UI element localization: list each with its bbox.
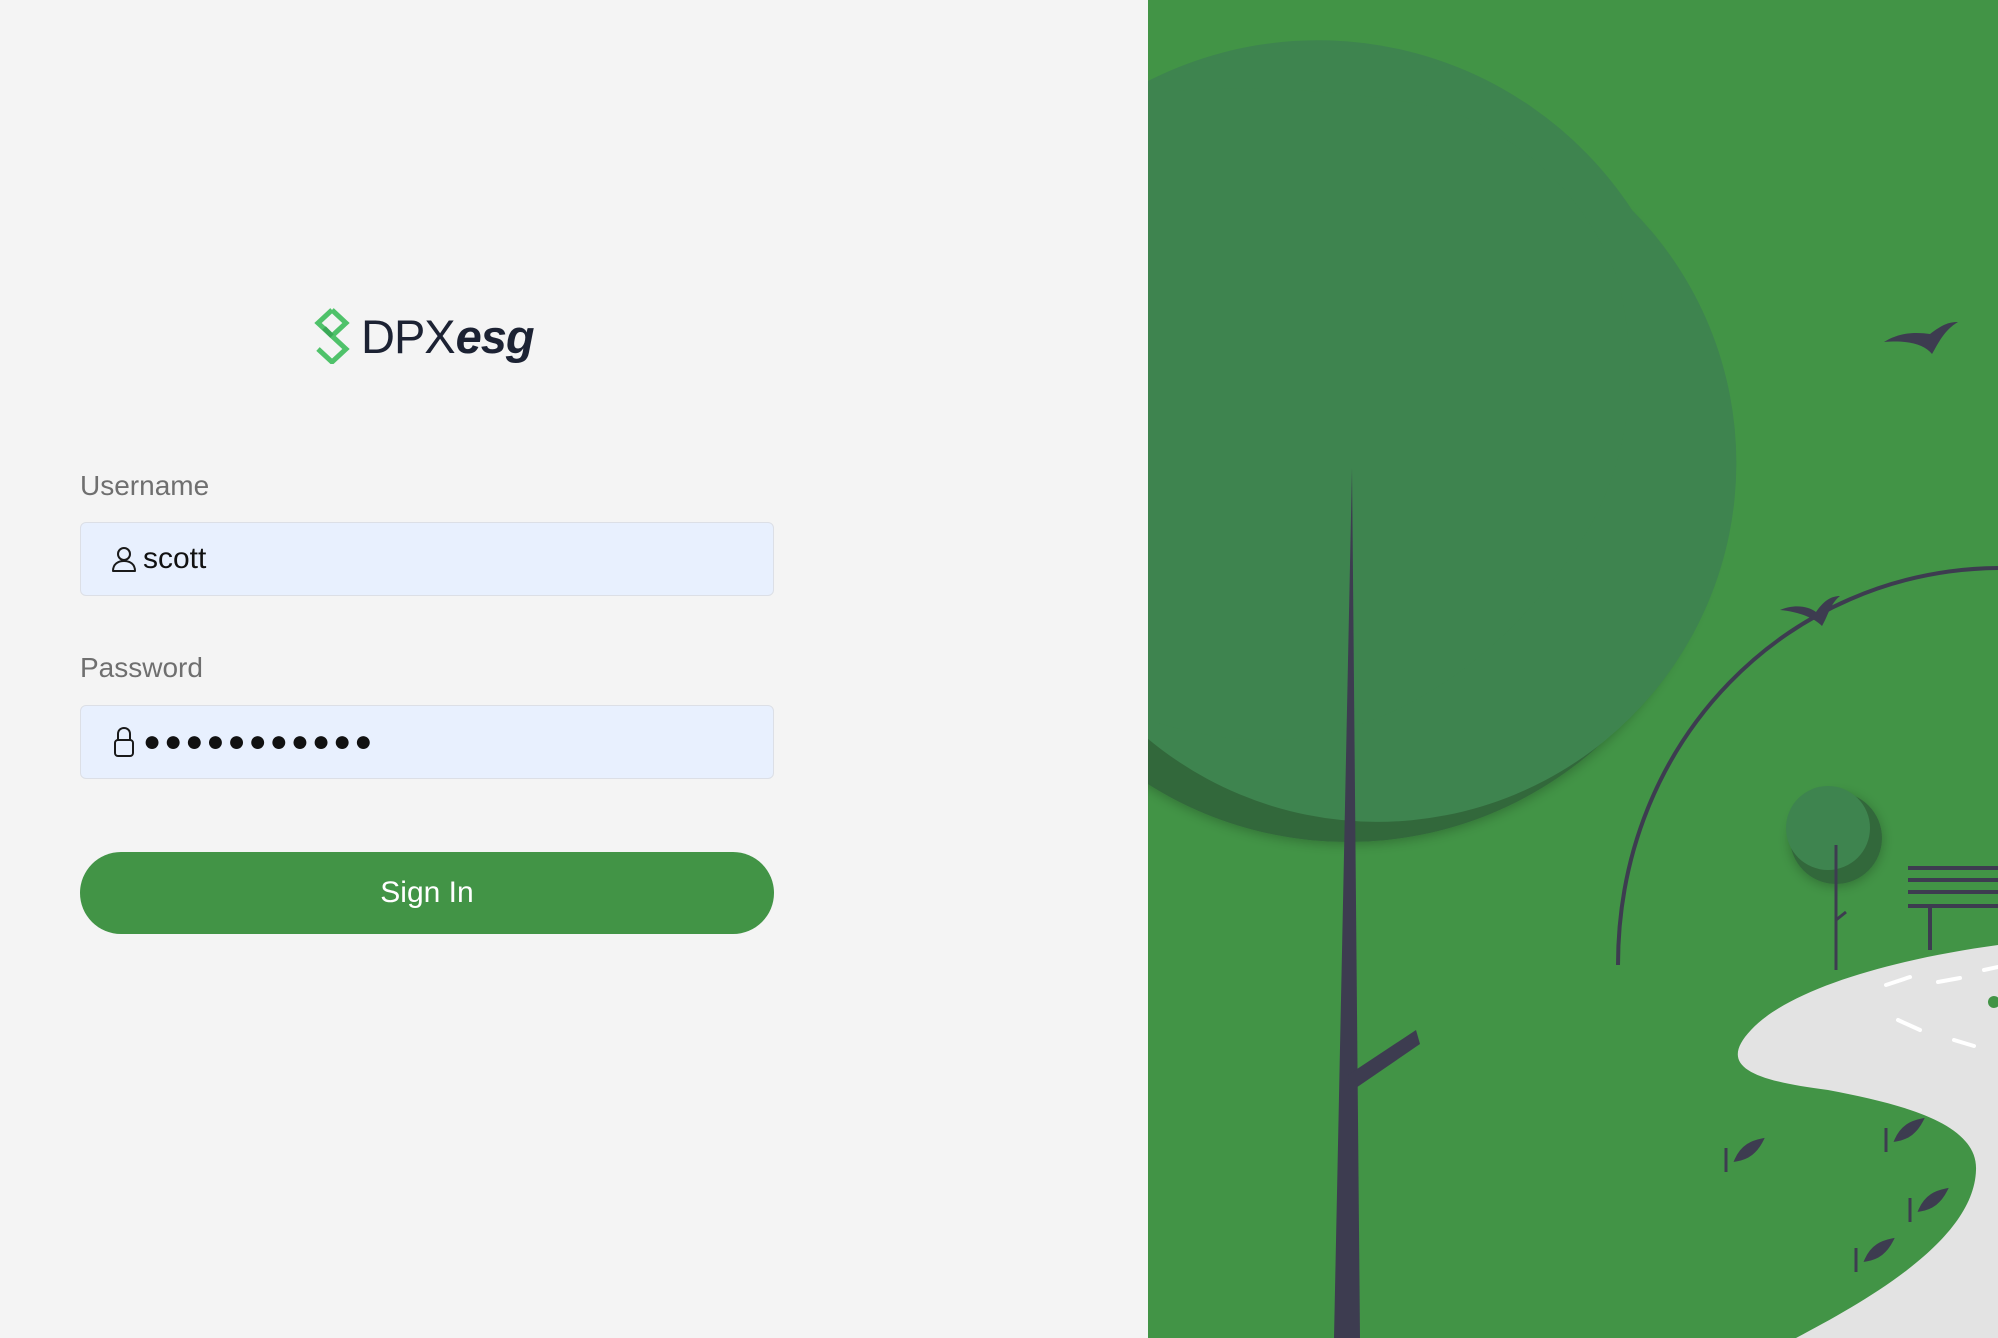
- small-tree: [1786, 786, 1882, 970]
- password-field[interactable]: [80, 705, 774, 779]
- grass-sprouts: [1724, 1117, 1949, 1272]
- bench: [1908, 866, 1998, 950]
- large-tree: [1148, 40, 1737, 1338]
- username-label: Username: [80, 470, 210, 501]
- username-input[interactable]: [143, 542, 743, 576]
- brand-name-main: DPX: [361, 309, 456, 363]
- sign-in-button[interactable]: Sign In: [80, 852, 774, 934]
- username-field[interactable]: [80, 522, 774, 596]
- birds: [1780, 322, 1958, 626]
- brand-logo: DPXesg: [309, 306, 535, 366]
- password-label: Password: [80, 652, 203, 683]
- park-illustration: [1148, 40, 1998, 1338]
- illustration-panel: [1148, 0, 1998, 1338]
- login-page: DPXesg Username Password Sign I: [0, 0, 1998, 1338]
- diamond-chevron-logo-icon: [314, 308, 350, 364]
- brand-name-suffix: esg: [455, 309, 535, 363]
- password-input[interactable]: [143, 725, 743, 759]
- lock-icon: [111, 726, 137, 757]
- brand-name: DPXesg: [361, 309, 535, 363]
- road: [1737, 945, 1998, 1338]
- user-icon: [111, 544, 137, 574]
- login-panel: DPXesg Username Password Sign I: [0, 0, 1148, 1338]
